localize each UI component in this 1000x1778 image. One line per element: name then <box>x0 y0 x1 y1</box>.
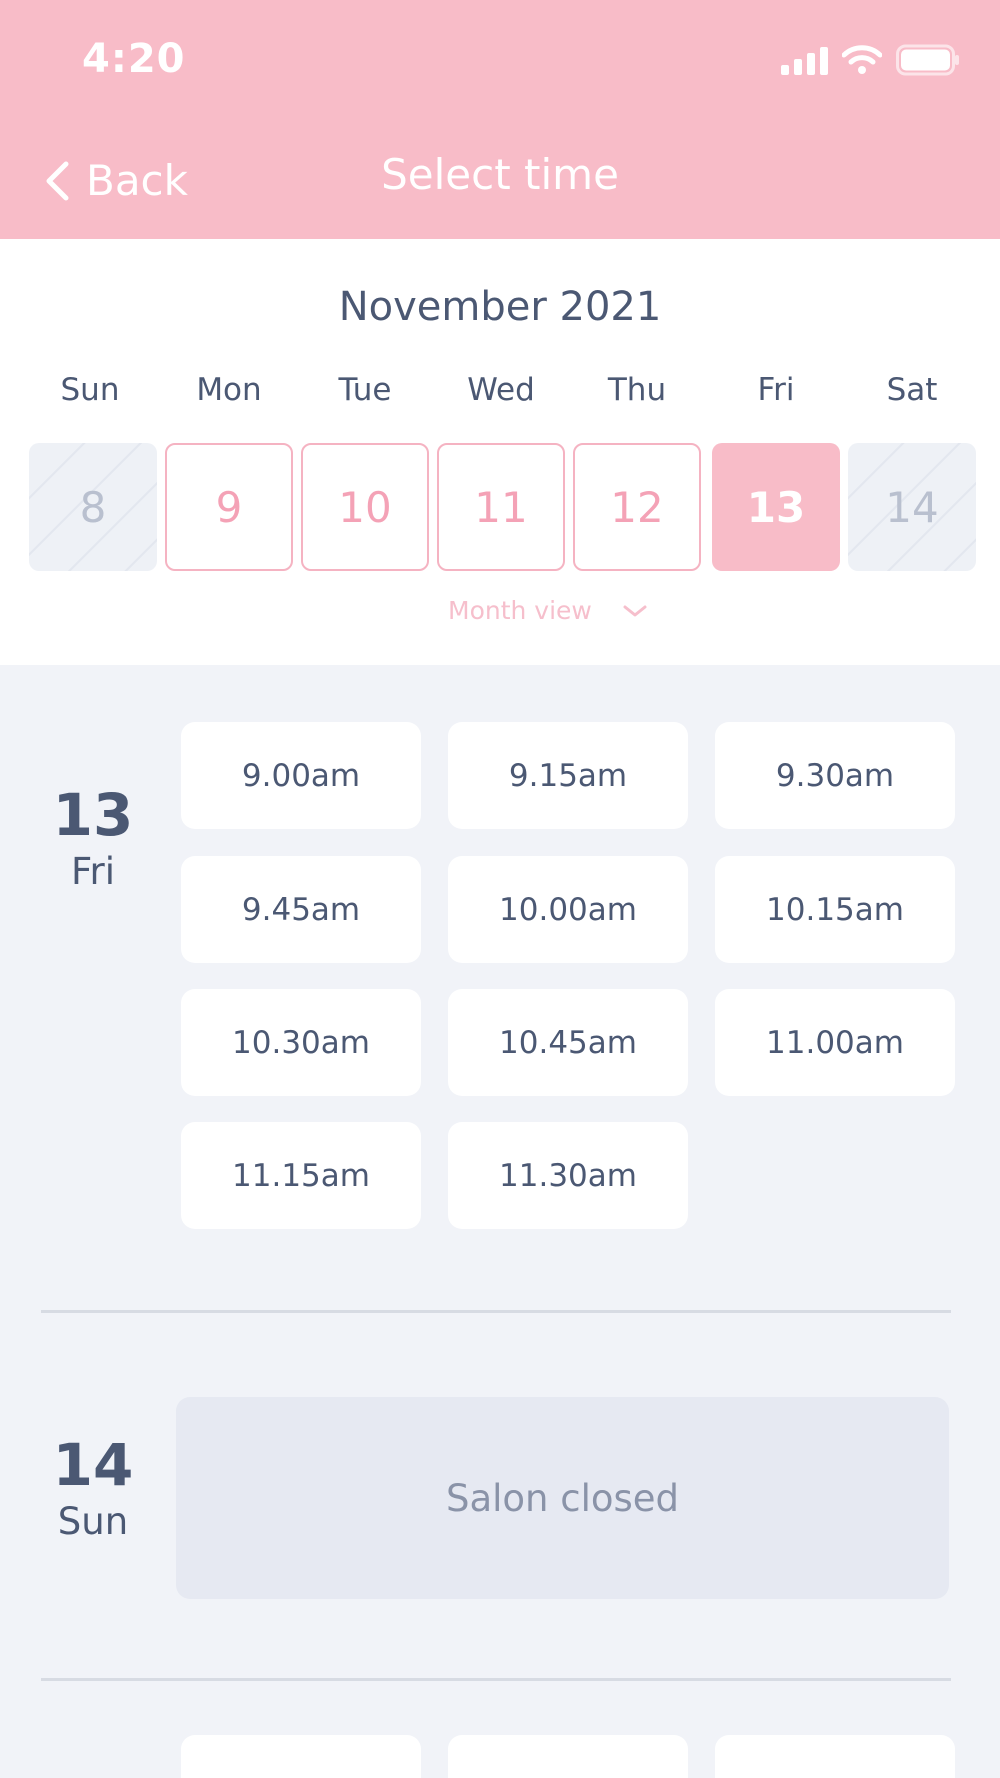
time-slot[interactable]: 11.15am <box>181 1122 421 1229</box>
time-slot[interactable] <box>715 1735 955 1778</box>
section-divider <box>41 1678 951 1681</box>
day-11[interactable]: 11 <box>437 443 565 571</box>
page-title: Select time <box>381 150 619 199</box>
status-time: 4:20 <box>82 36 186 82</box>
chevron-down-icon <box>623 605 647 616</box>
time-slot[interactable] <box>448 1735 688 1778</box>
section-divider <box>41 1310 951 1313</box>
month-view-toggle[interactable]: Month view <box>448 596 648 625</box>
time-slot[interactable]: 9.15am <box>448 722 688 829</box>
month-label: November 2021 <box>338 284 662 330</box>
time-slot[interactable] <box>181 1735 421 1778</box>
status-icons <box>781 44 960 76</box>
time-slot[interactable]: 10.45am <box>448 989 688 1096</box>
weekday-mon: Mon <box>196 372 262 408</box>
day-12[interactable]: 12 <box>573 443 701 571</box>
time-slot[interactable]: 9.45am <box>181 856 421 963</box>
day-number: 14 <box>52 1431 134 1499</box>
time-slot[interactable]: 10.00am <box>448 856 688 963</box>
day-number: 13 <box>52 781 134 849</box>
salon-closed-label: Salon closed <box>445 1476 680 1520</box>
day-13-selected[interactable]: 13 <box>712 443 840 571</box>
day-8: 8 <box>29 443 157 571</box>
weekday-sun: Sun <box>60 372 120 408</box>
day-name: Fri <box>70 850 116 893</box>
header-bar: 4:20 Back Select time <box>0 0 1000 239</box>
salon-closed-notice: Salon closed <box>176 1397 949 1599</box>
time-slot[interactable]: 9.30am <box>715 722 955 829</box>
time-slot[interactable]: 10.30am <box>181 989 421 1096</box>
weekday-fri: Fri <box>757 372 795 408</box>
day-14: 14 <box>848 443 976 571</box>
day-label-14: 14 Sun <box>28 1436 158 1543</box>
day-9[interactable]: 9 <box>165 443 293 571</box>
battery-icon <box>896 44 959 76</box>
weekday-thu: Thu <box>607 372 667 408</box>
weekday-sat: Sat <box>886 372 938 408</box>
day-name: Sun <box>57 1500 129 1543</box>
signal-icon <box>781 45 828 75</box>
wifi-icon <box>842 45 882 74</box>
weekday-wed: Wed <box>467 372 535 408</box>
time-slot[interactable]: 10.15am <box>715 856 955 963</box>
week-calendar: November 2021 Sun Mon Tue Wed Thu Fri Sa… <box>0 239 1000 665</box>
day-label-13: 13 Fri <box>28 786 158 893</box>
time-slot[interactable]: 11.30am <box>448 1122 688 1229</box>
day-10[interactable]: 10 <box>301 443 429 571</box>
time-slot[interactable]: 11.00am <box>715 989 955 1096</box>
month-view-label: Month view <box>448 596 592 625</box>
time-slot[interactable]: 9.00am <box>181 722 421 829</box>
weekday-tue: Tue <box>338 372 392 408</box>
